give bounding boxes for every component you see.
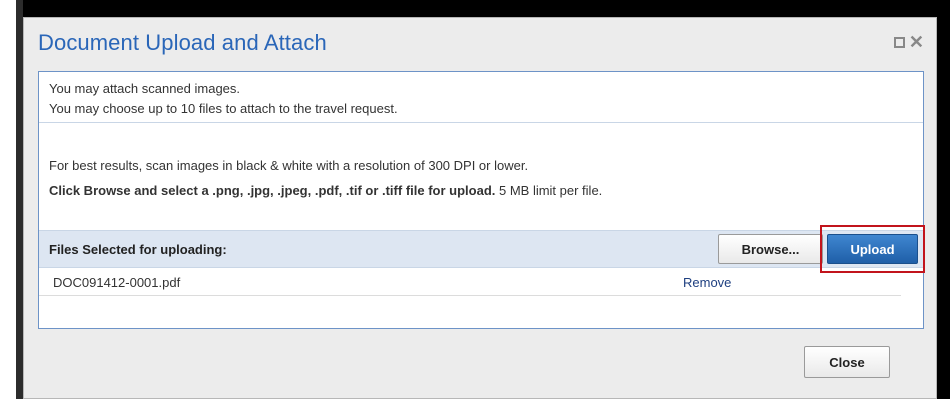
formats-hint: Click Browse and select a .png, .jpg, .j… — [49, 183, 602, 198]
files-header-bar: Files Selected for uploading: Browse... … — [39, 225, 925, 273]
left-strip — [0, 0, 16, 399]
file-name: DOC091412-0001.pdf — [53, 275, 181, 290]
upload-panel: You may attach scanned images. You may c… — [38, 71, 925, 329]
formats-hint-bold: Click Browse and select a .png, .jpg, .j… — [49, 183, 496, 198]
left-border — [16, 0, 23, 399]
info-box: You may attach scanned images. You may c… — [39, 72, 923, 123]
window-controls: ✕ — [893, 33, 924, 51]
info-line-1: You may attach scanned images. — [49, 81, 241, 96]
resolution-hint: For best results, scan images in black &… — [49, 158, 529, 173]
upload-dialog: Document Upload and Attach ✕ You may att… — [23, 17, 937, 399]
browse-button[interactable]: Browse... — [718, 234, 823, 264]
dialog-title: Document Upload and Attach — [38, 30, 327, 55]
remove-link[interactable]: Remove — [683, 275, 731, 290]
close-button[interactable]: Close — [804, 346, 890, 378]
file-row: DOC091412-0001.pdf Remove — [39, 267, 901, 296]
files-header-label: Files Selected for uploading: — [49, 242, 227, 257]
right-border — [937, 0, 950, 399]
formats-hint-limit: 5 MB limit per file. — [495, 183, 603, 198]
info-line-2: You may choose up to 10 files to attach … — [49, 101, 398, 116]
close-icon[interactable]: ✕ — [909, 33, 924, 51]
upload-button[interactable]: Upload — [827, 234, 918, 264]
maximize-icon[interactable] — [893, 36, 905, 48]
